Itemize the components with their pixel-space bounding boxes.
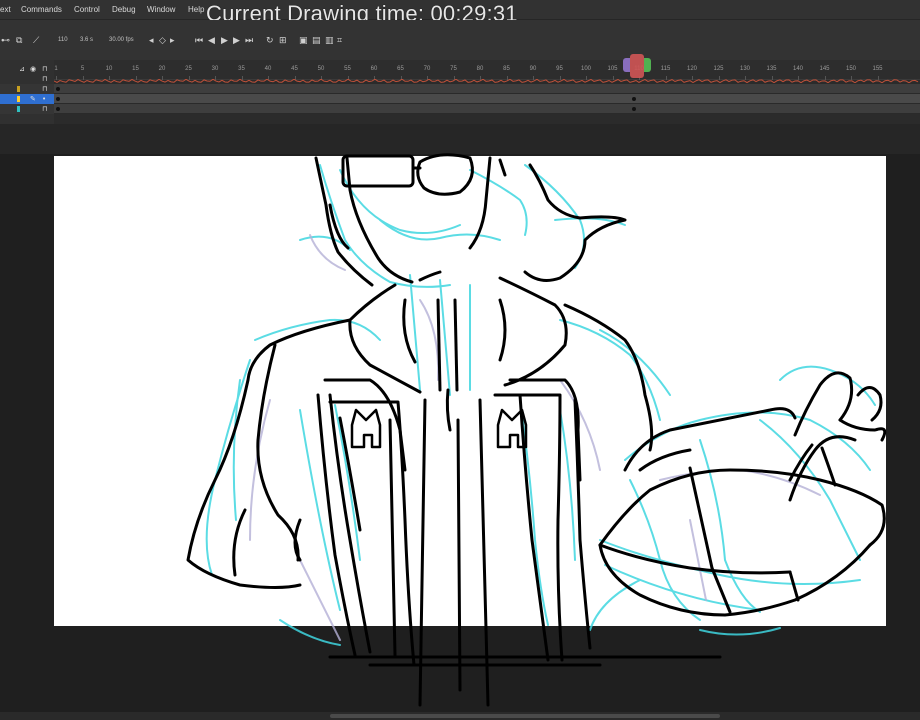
ruler-label: 65 [397,66,404,72]
ruler-label: 105 [607,66,618,72]
prev-frame-icon[interactable]: ◀ [208,36,215,46]
next-frame-icon[interactable]: ▶ [233,36,240,46]
horizontal-scrollbar[interactable] [0,712,920,720]
layer-frames[interactable] [54,104,920,114]
playhead[interactable] [623,54,651,78]
ruler-label: 95 [556,66,563,72]
ruler-label: 70 [423,66,431,72]
ruler-label: 55 [344,66,351,72]
layer-type-icon: ⊿ [19,65,25,73]
onion-settings-icon[interactable]: ⊞ [279,36,287,46]
lock-icon[interactable]: ⊓ [42,85,47,93]
stage-area [0,124,920,720]
ruler-label: 90 [529,66,537,72]
ruler-label: 140 [792,66,804,72]
ruler-label: 30 [211,66,219,72]
ruler-label: 130 [739,66,751,72]
layer-row[interactable]: ⊓ [0,104,920,114]
delete-layer-icon[interactable]: ▥ [325,36,334,46]
layer-color-swatch [17,96,20,102]
ruler-label: 50 [317,66,325,72]
ruler-label: 115 [660,66,671,72]
keyframe-dot[interactable] [56,87,60,91]
menu-window[interactable]: Window [147,5,175,14]
prev-keyframe-icon[interactable]: ◂ [149,36,154,46]
eye-icon[interactable]: ◉ [30,65,36,73]
menu-help[interactable]: Help [188,5,204,14]
ruler-label: 1 [54,66,58,72]
ruler-label: 35 [238,66,245,72]
ruler-label: 120 [686,66,698,72]
ruler-label: 10 [105,66,113,72]
ruler-label: 40 [264,66,272,72]
center-frame-icon[interactable]: ⊷ [1,36,10,46]
ruler-label: 5 [80,66,85,72]
layer-frames[interactable] [54,94,920,104]
layer-color-swatch [17,86,20,92]
ruler-label: 125 [713,66,724,72]
ruler-label: 100 [580,66,592,72]
ruler-label: 155 [872,66,883,72]
layer-row-selected[interactable]: ✎ • [0,94,920,104]
layer-row[interactable]: ⊓ [0,84,920,94]
ruler-label: 45 [291,66,298,72]
keyframe-dot[interactable] [632,107,636,111]
keyframe-dot[interactable] [56,97,60,101]
onion-skin-icon[interactable]: ⧉ [16,36,22,46]
menu-bar: ext Commands Control Debug Window Help C… [0,0,920,26]
lock-icon[interactable]: ⊓ [42,65,47,73]
edit-multiple-frames-icon[interactable]: ⟋ [33,36,39,46]
new-folder-icon[interactable]: ▤ [312,36,321,46]
keyframe-dot[interactable] [56,107,60,111]
layer-header-cell[interactable]: ✎ • [0,94,54,104]
frame-number-field[interactable]: 110 [58,37,68,43]
lock-icon[interactable]: ⊓ [42,75,47,83]
ruler-label: 75 [450,66,457,72]
ruler-label: 150 [845,66,857,72]
drawing-canvas[interactable] [54,156,886,626]
playhead-handle[interactable] [630,54,644,78]
onion-start-marker[interactable] [623,58,630,72]
ruler-label: 60 [370,66,378,72]
first-frame-icon[interactable]: ⏮ [195,36,203,46]
ruler-label: 135 [766,66,777,72]
layer-frames[interactable] [54,84,920,94]
keyframe-dot[interactable] [632,97,636,101]
last-frame-icon[interactable]: ⏭ [245,36,253,46]
ruler-label: 145 [819,66,830,72]
onion-end-marker[interactable] [644,58,651,72]
ruler-label: 85 [503,66,510,72]
menu-debug[interactable]: Debug [112,5,136,14]
fps-field[interactable]: 30.00 fps [109,37,134,43]
dot-icon[interactable]: • [42,95,46,103]
scrollbar-thumb[interactable] [330,714,720,718]
layer-header-cell[interactable]: ⊓ [0,104,54,114]
menu-text[interactable]: ext [0,5,11,14]
new-layer-icon[interactable]: ▣ [299,36,308,46]
layer-color-swatch [17,106,20,112]
pencil-icon[interactable]: ✎ [30,95,36,103]
menu-control[interactable]: Control [74,5,100,14]
play-icon[interactable]: ▶ [221,36,228,46]
menu-commands[interactable]: Commands [21,5,62,14]
loop-icon[interactable]: ↻ [266,36,274,46]
next-keyframe-icon[interactable]: ▸ [170,36,175,46]
timeline-panel: ⊿ ◉ ⊓ ⊓ 1 5 10 15 20 25 30 35 40 45 50 55 60 65 70 75 80… [0,60,920,124]
ruler-label: 15 [132,66,139,72]
keyframe-icon[interactable]: ◇ [159,36,166,46]
frame-ruler[interactable]: 1 5 10 15 20 25 30 35 40 45 50 55 60 65 70 75 80 85 90 95 10… [54,60,920,80]
ruler-label: 80 [476,66,484,72]
layer-header-cell[interactable]: ⊓ [0,84,54,94]
stage-header-strip [0,124,920,154]
layer-settings-icon[interactable]: ⌗ [337,36,342,46]
audio-waveform [54,79,919,83]
elapsed-time-field[interactable]: 3.6 s [80,37,93,43]
ruler-label: 20 [158,66,166,72]
ruler-label: 25 [185,66,192,72]
lock-icon[interactable]: ⊓ [42,105,47,113]
timeline-toolbar: ⊷ ⧉ ⟋ 110 3.6 s 30.00 fps ◂ ◇ ▸ ⏮ ◀ ▶ ▶ … [0,20,920,60]
